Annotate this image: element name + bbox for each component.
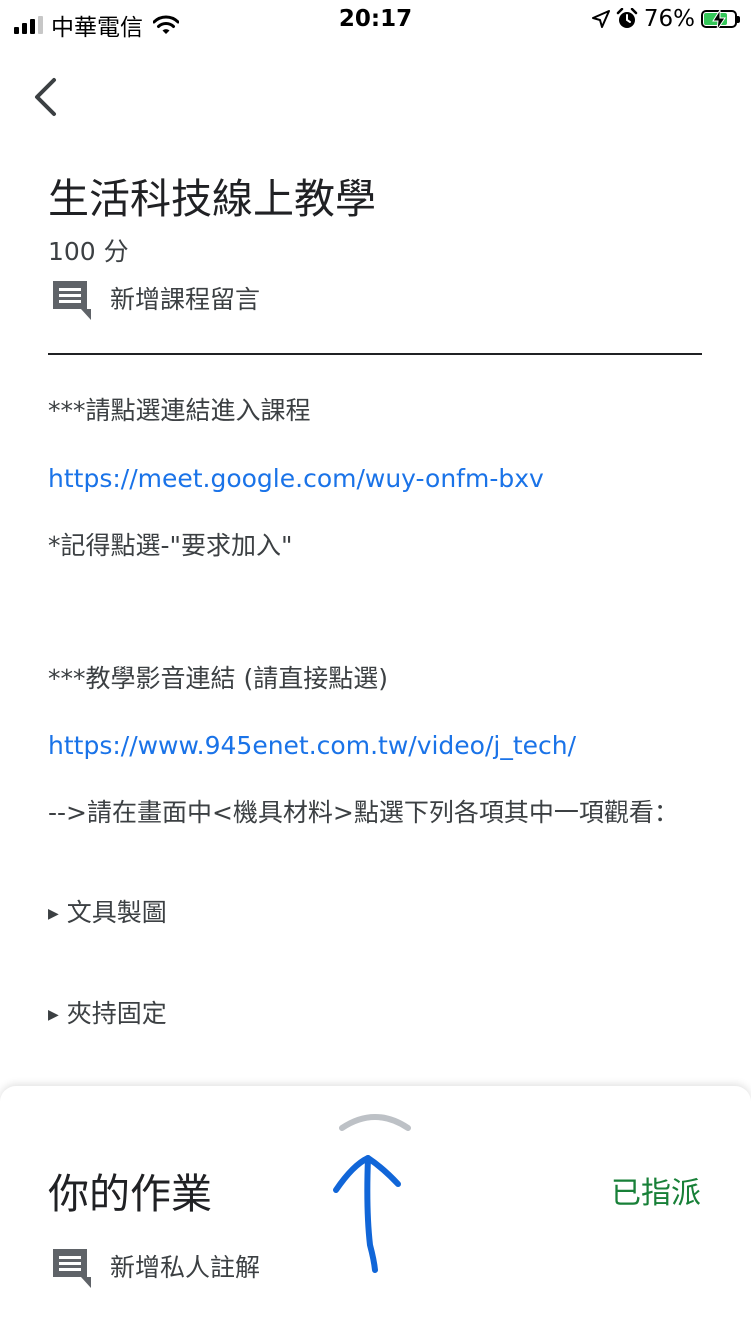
add-class-comment-button[interactable]: 新增課程留言: [48, 276, 260, 320]
list-item: ▶ 夾持固定: [48, 997, 702, 1032]
video-link[interactable]: https://www.945enet.com.tw/video/j_tech/: [48, 729, 702, 763]
add-private-comment-label: 新增私人註解: [110, 1253, 261, 1282]
status-right: 76%: [591, 6, 740, 32]
battery-icon: [701, 10, 740, 30]
location-icon: [591, 10, 610, 28]
instruction-line-1: ***請點選連結進入課程: [48, 396, 311, 425]
comment-icon: [53, 281, 91, 320]
battery-percent: 76%: [643, 6, 695, 32]
back-arrow-icon: [35, 78, 56, 116]
instruction-line-3: ***教學影音連結 (請直接點選): [48, 664, 388, 693]
comment-icon: [53, 1249, 91, 1288]
assignment-title: 生活科技線上教學: [48, 175, 376, 223]
status-badge: 已指派: [611, 1176, 701, 1211]
meet-link[interactable]: https://meet.google.com/wuy-onfm-bxv: [48, 462, 702, 496]
points-label: 100 分: [48, 237, 129, 266]
add-private-comment-button[interactable]: 新增私人註解: [48, 1244, 260, 1288]
list-item: ▶ 文具製圖: [48, 896, 702, 931]
status-bar: 中華電信 20:17 76%: [0, 0, 751, 41]
your-work-title: 你的作業: [48, 1170, 212, 1218]
hand-drawn-arrow-icon: [333, 1155, 401, 1273]
instruction-line-2: *記得點選-"要求加入": [48, 531, 293, 560]
divider: [48, 353, 702, 355]
bullet-icon: ▶: [48, 906, 59, 922]
list-item-label: 夾持固定: [66, 999, 167, 1028]
alarm-icon: [616, 8, 638, 28]
list-item-label: 文具製圖: [66, 898, 167, 927]
back-button[interactable]: [24, 70, 68, 124]
handle-chevron-icon[interactable]: [338, 1110, 412, 1132]
bullet-icon: ▶: [48, 1007, 59, 1023]
add-class-comment-label: 新增課程留言: [110, 285, 261, 314]
instruction-line-4: -->請在畫面中<機具材料>點選下列各項其中一項觀看：: [48, 798, 679, 827]
